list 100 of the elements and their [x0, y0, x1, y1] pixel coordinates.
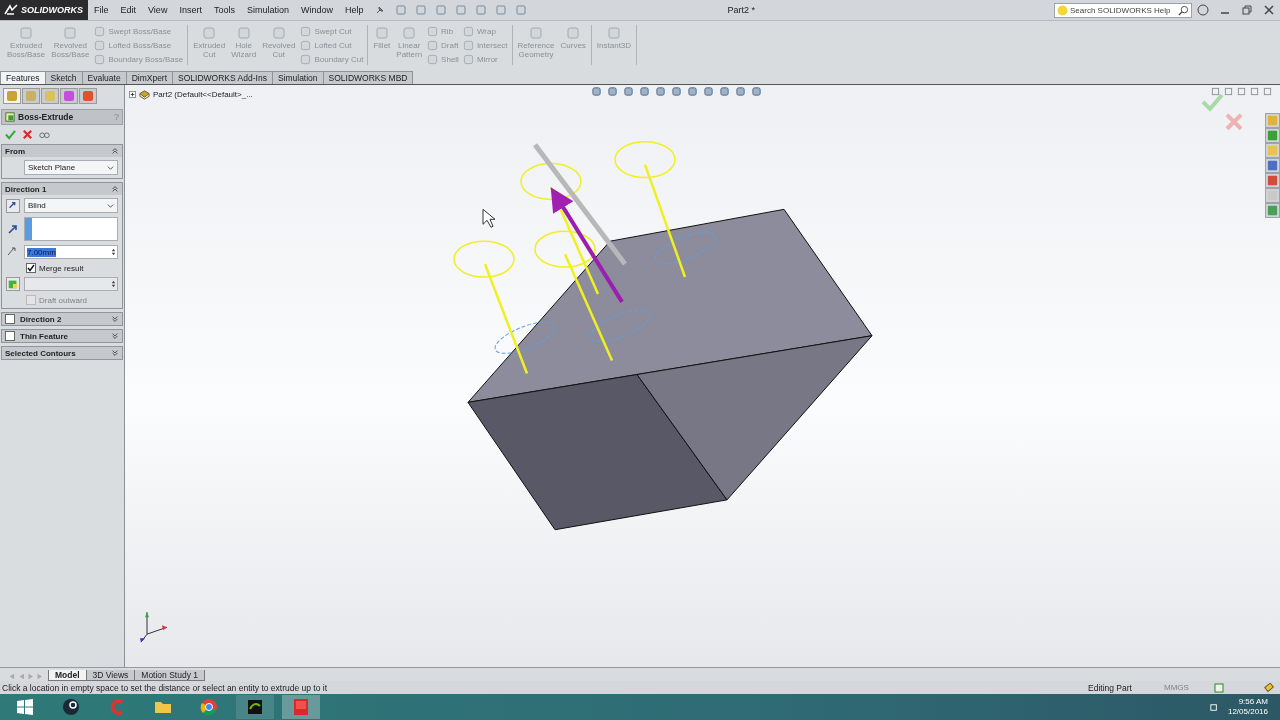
checkbox[interactable]	[5, 331, 15, 341]
menu-item[interactable]: Simulation	[240, 5, 295, 15]
tool-icon	[427, 39, 439, 51]
tree-item[interactable]: Part2 (Default<<Default>_...	[153, 90, 253, 99]
draft-icon[interactable]	[6, 277, 20, 291]
view-tool-icon[interactable]	[703, 86, 714, 97]
status-message: Click a location in empty space to set the distance or select an entity to extrude up to it	[2, 682, 328, 693]
toolbar-icon[interactable]	[415, 4, 428, 16]
tab[interactable]: Sketch	[44, 71, 83, 84]
section-header[interactable]: Direction 2	[2, 313, 122, 325]
dropdown[interactable]: Blind	[24, 198, 118, 213]
view-tool-icon[interactable]	[591, 86, 602, 97]
chevron-icon[interactable]	[111, 332, 119, 340]
panel-tab-icon[interactable]	[22, 88, 40, 104]
tab[interactable]: Simulation	[271, 71, 324, 84]
tool-icon	[401, 25, 418, 41]
depth-field[interactable]: 7.00mm	[24, 245, 118, 259]
search-icon[interactable]	[1178, 4, 1189, 16]
menu-item[interactable]: Window	[294, 5, 339, 15]
tool-icon	[18, 25, 35, 41]
ok-icon[interactable]	[5, 129, 16, 140]
spinner-icon[interactable]	[110, 247, 117, 257]
selection-box[interactable]	[24, 217, 118, 241]
expand-icon[interactable]	[129, 91, 136, 98]
view-tool-icon[interactable]	[719, 86, 730, 97]
tab[interactable]: DimXpert	[125, 71, 174, 84]
axis-triad-drawing	[140, 611, 168, 643]
menu-item[interactable]: Insert	[173, 5, 208, 15]
chevron-icon[interactable]	[111, 315, 119, 323]
pin-icon[interactable]	[375, 5, 386, 15]
checkbox[interactable]	[26, 263, 36, 273]
section-header[interactable]: From	[2, 145, 122, 157]
solidworks-app-icon[interactable]	[282, 695, 320, 719]
menu-item[interactable]: File	[88, 5, 115, 15]
chevron-icon[interactable]	[111, 185, 119, 193]
draft-angle-field[interactable]	[24, 277, 118, 291]
search-field[interactable]: Search SOLIDWORKS Help	[1054, 2, 1192, 18]
toolbar-icon[interactable]	[395, 4, 408, 16]
dropdown[interactable]: Sketch Plane	[24, 160, 118, 175]
close-icon[interactable]	[1263, 4, 1275, 16]
tool-icon	[528, 25, 545, 41]
toolbar-icon[interactable]	[455, 4, 468, 16]
view-tool-icon[interactable]	[735, 86, 746, 97]
tool-icon	[462, 39, 474, 51]
app-logo: SOLIDWORKS	[0, 0, 88, 20]
section-header[interactable]: Selected Contours	[2, 347, 122, 359]
toolbar-icon[interactable]	[435, 4, 448, 16]
tool-icon	[94, 53, 106, 65]
menu-item[interactable]: Help	[338, 5, 370, 15]
toolbar-icon[interactable]	[495, 4, 508, 16]
toolbar-icon[interactable]	[475, 4, 488, 16]
view-tool-icon[interactable]	[623, 86, 634, 97]
spinner-icon[interactable]	[110, 279, 117, 289]
tab[interactable]: SOLIDWORKS Add-Ins	[172, 71, 273, 84]
chevron-icon[interactable]	[111, 349, 119, 357]
document-title: Part2 *	[727, 5, 755, 15]
task-pane-tab-icon[interactable]	[1266, 174, 1279, 187]
checkbox-label: Draft outward	[39, 295, 88, 305]
panel-tab-icon[interactable]	[60, 88, 78, 104]
part-icon	[139, 89, 150, 100]
menu-item[interactable]: Edit	[114, 5, 143, 15]
menu-item[interactable]: View	[142, 5, 174, 15]
tool-icon	[565, 25, 582, 41]
preview-glasses-icon[interactable]	[39, 129, 50, 140]
task-pane-tab-icon[interactable]	[1266, 204, 1279, 217]
clock-date: 12/05/2016	[1227, 707, 1268, 717]
tool-icon	[300, 25, 312, 37]
task-pane-tab-icon[interactable]	[1266, 159, 1279, 172]
tab[interactable]: SOLIDWORKS MBD	[322, 71, 414, 84]
cancel-icon[interactable]	[22, 129, 33, 140]
task-pane-tab-icon[interactable]	[1266, 129, 1279, 142]
tool-icon	[462, 25, 474, 37]
tool-icon	[300, 53, 312, 65]
menu-item[interactable]: Tools	[207, 5, 241, 15]
tab[interactable]: Evaluate	[81, 71, 127, 84]
tool-icon	[300, 39, 312, 51]
checkbox[interactable]	[5, 314, 15, 324]
panel-tab-icon[interactable]	[79, 88, 97, 104]
extrude-icon	[5, 112, 15, 122]
tag-icon[interactable]	[1264, 682, 1274, 693]
chevron-icon[interactable]	[111, 147, 119, 155]
section-header[interactable]: Thin Feature	[2, 330, 122, 342]
section-header[interactable]: Direction 1	[2, 183, 122, 195]
view-tool-icon[interactable]	[751, 86, 762, 97]
restore-icon[interactable]	[1241, 4, 1253, 16]
tab[interactable]: Features	[0, 71, 46, 84]
view-tool-icon[interactable]	[607, 86, 618, 97]
toolbar-icon[interactable]	[515, 4, 528, 16]
panel-tab-icon[interactable]	[41, 88, 59, 104]
view-tool-icon[interactable]	[639, 86, 650, 97]
reverse-direction-icon[interactable]	[6, 198, 20, 213]
panel-tab-icon[interactable]	[3, 88, 21, 104]
cursor-icon	[482, 208, 496, 228]
nvidia-icon[interactable]	[236, 695, 274, 719]
view-tool-icon[interactable]	[655, 86, 666, 97]
view-tool-icon[interactable]	[687, 86, 698, 97]
view-tool-icon[interactable]	[671, 86, 682, 97]
tool-icon	[235, 25, 252, 41]
tool-icon	[605, 25, 622, 41]
status-mode: Editing Part	[1088, 682, 1133, 693]
